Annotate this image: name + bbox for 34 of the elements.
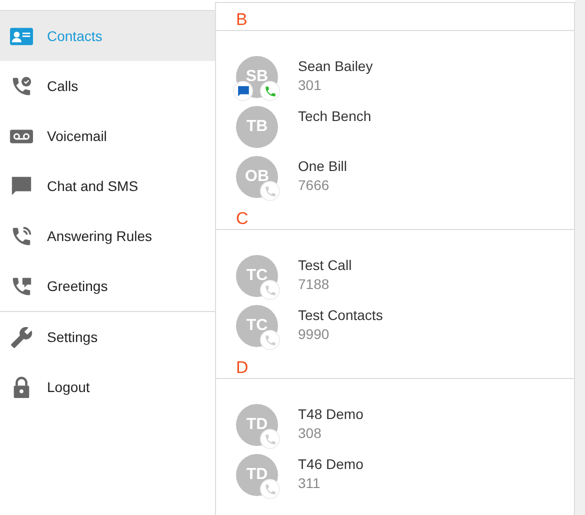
contact-number: 311 — [298, 475, 322, 491]
avatar: SB — [236, 56, 278, 98]
phone-icon — [10, 224, 33, 248]
contact-number: 308 — [298, 425, 322, 441]
section-letter: D — [236, 358, 248, 378]
section-letter: C — [236, 209, 248, 229]
section-letter: B — [236, 10, 248, 30]
avatar: TC — [236, 305, 278, 347]
contact-number: 301 — [298, 77, 322, 93]
contact-name[interactable]: T48 Demo — [298, 406, 364, 422]
contact-name[interactable]: Sean Bailey — [298, 58, 373, 74]
contact-name[interactable]: T46 Demo — [298, 456, 364, 472]
nav-item[interactable]: Chat and SMS — [0, 161, 215, 211]
avatar: TB — [236, 106, 278, 148]
avatar: TD — [236, 454, 278, 496]
avatar: OB — [236, 156, 278, 198]
contact-name[interactable]: Test Contacts — [298, 307, 383, 323]
avatar: TC — [236, 255, 278, 297]
contact-name[interactable]: Tech Bench — [298, 108, 372, 124]
nav-item[interactable]: Calls — [0, 61, 215, 111]
wrench-icon — [10, 326, 33, 348]
nav-item[interactable]: Answering Rules — [0, 211, 215, 261]
nav-item[interactable]: Voicemail — [0, 111, 215, 161]
nav-item[interactable]: Greetings — [0, 261, 215, 311]
nav-item[interactable]: Settings — [0, 312, 215, 362]
contact-number: 7188 — [298, 276, 330, 292]
contact-number: 7666 — [298, 177, 330, 193]
phone-icon — [10, 74, 33, 98]
avatar: TD — [236, 404, 278, 446]
contact-number: 9990 — [298, 326, 330, 342]
contact-name[interactable]: Test Call — [298, 257, 352, 273]
contact-name[interactable]: One Bill — [298, 158, 348, 174]
chat-bubble-icon — [10, 174, 33, 198]
nav-item[interactable]: Logout — [0, 362, 215, 412]
